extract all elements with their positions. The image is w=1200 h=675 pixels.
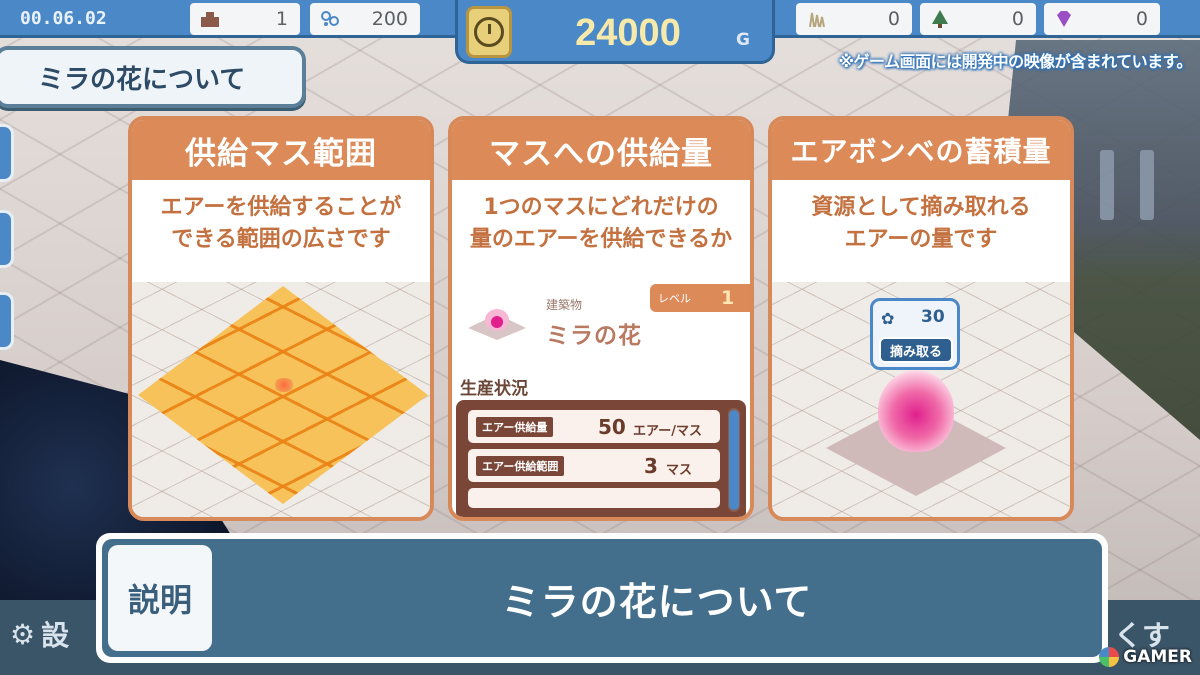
- mira-flower-marker: [273, 378, 295, 392]
- production-stats: エアー供給量 50 エアー/マス エアー供給範囲 3 マス: [456, 400, 746, 517]
- card-supply-range: 供給マス範囲 エアーを供給することが できる範囲の広さです: [128, 116, 434, 521]
- game-time: 00.06.02: [20, 8, 107, 29]
- building-count: 1: [190, 3, 300, 35]
- gamer-watermark: GAMER: [1099, 647, 1192, 667]
- card-title: マスへの供給量: [452, 120, 750, 180]
- card-description: 資源として摘み取れる エアーの量です: [772, 180, 1070, 282]
- tree-icon: [928, 8, 952, 30]
- card-title: エアボンベの蓄積量: [772, 120, 1070, 180]
- card-supply-amount: マスへの供給量 1つのマスにどれだけの 量のエアーを供給できるか レベル 1 建…: [448, 116, 754, 521]
- harvest-illustration: ✿ 30 摘み取る: [772, 282, 1070, 517]
- building-info-panel: レベル 1 建築物 ミラの花 生産状況 エアー供給量 50 エアー/マス エアー…: [452, 282, 750, 517]
- card-air-tank-capacity: エアボンベの蓄積量 資源として摘み取れる エアーの量です ✿ 30 摘み取る: [768, 116, 1074, 521]
- pillar: [1100, 150, 1114, 220]
- air-count: 200: [310, 3, 420, 35]
- gold-amount: 24000: [575, 12, 681, 54]
- card-description: 1つのマスにどれだけの 量のエアーを供給できるか: [452, 180, 750, 282]
- side-menu-button[interactable]: [0, 124, 14, 182]
- stat-row: [468, 488, 720, 508]
- dialog-label: 説明: [108, 545, 212, 651]
- building-name: ミラの花: [546, 323, 642, 349]
- harvest-bubble: ✿ 30 摘み取る: [870, 298, 960, 370]
- clock-icon: [474, 17, 504, 47]
- building-icon: [198, 8, 222, 30]
- production-section-title: 生産状況: [460, 379, 528, 399]
- gold-unit: G: [736, 30, 750, 50]
- panel-scrollbar[interactable]: [728, 408, 740, 512]
- harvest-count: 30: [921, 307, 945, 327]
- gem-count: 0: [1044, 3, 1160, 35]
- dialog-text: ミラの花について: [501, 579, 813, 624]
- gem-icon: [1052, 8, 1076, 30]
- building-category: 建築物: [546, 298, 583, 312]
- gamer-logo-icon: [1099, 647, 1120, 667]
- gear-icon: ⚙: [10, 617, 36, 651]
- pillar: [1140, 150, 1154, 220]
- gold-panel: 24000 G: [455, 0, 775, 64]
- dev-footage-notice: ※ゲーム画面には開発中の映像が含まれています。: [838, 52, 1193, 71]
- tree-count: 0: [920, 3, 1036, 35]
- speed-clock-button[interactable]: [466, 6, 512, 58]
- mira-flower-bloom: [878, 370, 954, 452]
- side-menu-button[interactable]: [0, 210, 14, 268]
- grass-count: 0: [796, 3, 912, 35]
- bee-icon: ✿: [881, 309, 895, 328]
- level-badge: レベル 1: [650, 284, 750, 312]
- card-title: 供給マス範囲: [132, 120, 430, 180]
- air-icon: [318, 8, 342, 30]
- stat-row: エアー供給量 50 エアー/マス: [468, 410, 720, 443]
- mira-flower-icon: [468, 309, 526, 340]
- settings-button[interactable]: ⚙ 設: [10, 614, 69, 654]
- explanation-dialog: 説明 ミラの花について: [96, 533, 1108, 663]
- dialog-body: 説明 ミラの花について: [102, 539, 1102, 657]
- scroll-thumb[interactable]: [729, 410, 739, 510]
- side-menu-button[interactable]: [0, 292, 14, 350]
- page-title-tab: ミラの花について: [0, 46, 306, 108]
- stat-row: エアー供給範囲 3 マス: [468, 449, 720, 482]
- card-description: エアーを供給することが できる範囲の広さです: [132, 180, 430, 282]
- supply-range-illustration: [132, 282, 430, 517]
- harvest-button[interactable]: 摘み取る: [879, 337, 953, 363]
- grass-icon: [804, 8, 828, 30]
